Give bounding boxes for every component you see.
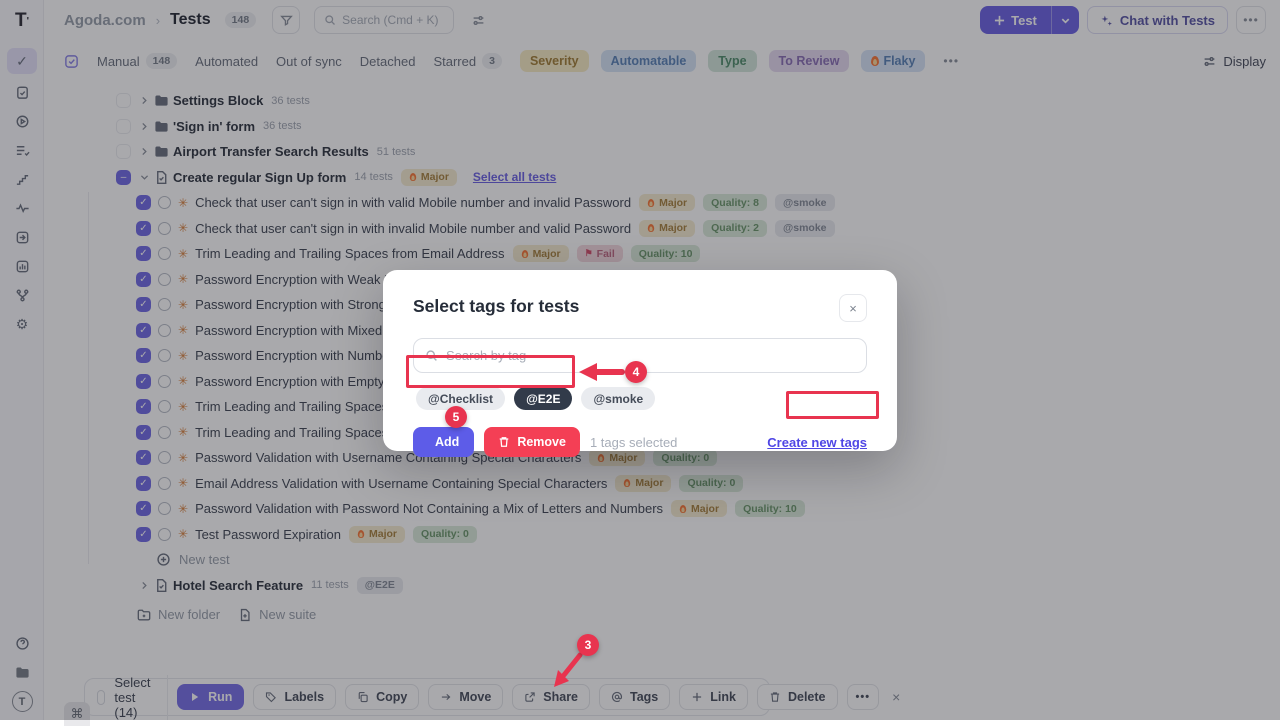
modal-tag-e2e[interactable]: @E2E	[514, 387, 572, 410]
modal-title: Select tags for tests	[413, 296, 579, 317]
remove-tags-button[interactable]: Remove	[484, 427, 580, 457]
add-tags-button[interactable]: Add	[413, 427, 474, 457]
annotation-step-5: 5	[445, 406, 467, 428]
selected-tags-count: 1 tags selected	[590, 435, 677, 450]
modal-close-button[interactable]: ×	[839, 294, 867, 322]
close-icon: ×	[849, 301, 857, 316]
modal-tag-smoke[interactable]: @smoke	[581, 387, 655, 410]
annotation-step-4: 4	[625, 361, 647, 383]
annotation-step-3: 3	[577, 634, 599, 656]
trash-icon	[498, 436, 510, 448]
create-new-tags-link[interactable]: Create new tags	[767, 435, 867, 450]
annotation-box-create-link	[786, 391, 879, 419]
annotation-box-tags	[406, 355, 575, 388]
